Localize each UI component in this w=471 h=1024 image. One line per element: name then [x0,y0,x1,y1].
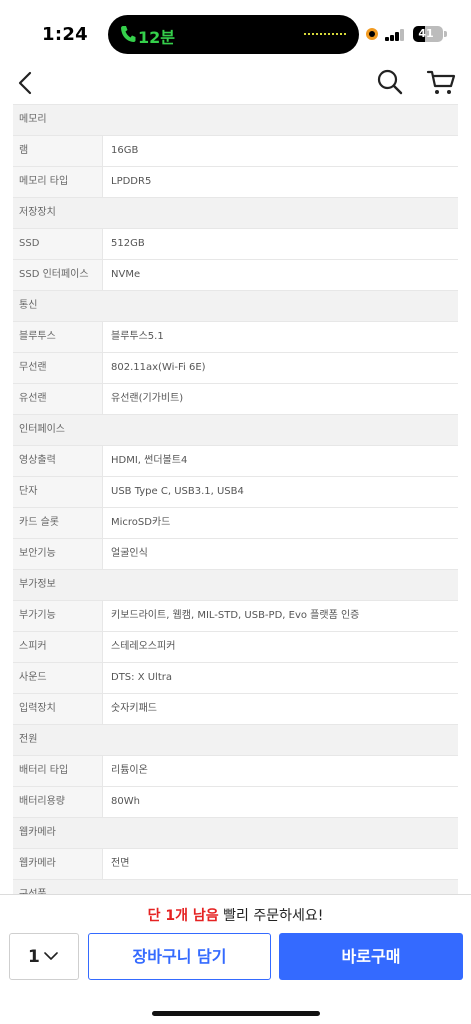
nav-bar [0,66,471,104]
spec-row: 단자 USB Type C, USB3.1, USB4 [13,477,458,508]
spec-row: 유선랜 유선랜(기가비트) [13,384,458,415]
buy-now-button[interactable]: 바로구매 [279,933,463,980]
spec-section-header: 웹카메라 [13,818,458,849]
spec-value: 키보드라이트, 웹캠, MIL-STD, USB-PD, Evo 플랫폼 인증 [111,610,360,621]
spec-row: 부가기능 키보드라이트, 웹캠, MIL-STD, USB-PD, Evo 플랫폼… [13,601,458,632]
spec-value: 블루투스5.1 [111,331,164,342]
spec-table[interactable]: 메모리 램 16GB 메모리 타입 LPDDR5 저장장치 SSD 512GB SSD 인터페이… [13,104,458,894]
spec-key: 무선랜 [13,353,103,383]
cart-icon[interactable] [426,68,456,96]
quantity-select[interactable]: 1 [9,933,79,980]
spec-value: 얼굴인식 [111,548,148,559]
dynamic-island-call[interactable]: 12분 [108,15,359,54]
spec-section-header: 전원 [13,725,458,756]
call-timer: 12분 [138,28,175,47]
spec-value: 16GB [111,145,139,156]
spec-value: DTS: X Ultra [111,672,172,683]
quantity-value: 1 [28,947,40,967]
spec-row: 무선랜 802.11ax(Wi-Fi 6E) [13,353,458,384]
spec-key: 영상출력 [13,446,103,476]
spec-key: 배터리용량 [13,787,103,817]
stock-notice: 단 1개 남음 빨리 주문하세요! [0,905,471,925]
spec-row: 보안기능 얼굴인식 [13,539,458,570]
chevron-down-icon [44,952,58,960]
spec-key: 웹카메라 [13,849,103,879]
spec-key: 보안기능 [13,539,103,569]
spec-value: LPDDR5 [111,176,152,187]
spec-value: MicroSD카드 [111,517,171,528]
spec-value: 전면 [111,858,130,869]
spec-row: 영상출력 HDMI, 썬더볼트4 [13,446,458,477]
spec-value: 유선랜(기가비트) [111,393,184,404]
spec-key: 메모리 타입 [13,167,103,197]
spec-key: 블루투스 [13,322,103,352]
purchase-bar: 단 1개 남음 빨리 주문하세요! 1 장바구니 담기 바로구매 [0,894,471,1024]
search-icon[interactable] [376,68,404,96]
spec-value: 숫자키패드 [111,703,157,714]
spec-key: 부가기능 [13,601,103,631]
spec-key: 배터리 타입 [13,756,103,786]
spec-row: 배터리 타입 리튬이온 [13,756,458,787]
spec-section-header: 인터페이스 [13,415,458,446]
phone-icon [121,26,136,42]
spec-row: 스피커 스테레오스피커 [13,632,458,663]
spec-key: SSD [13,229,103,259]
status-bar: 1:24 12분 41 [0,0,471,66]
spec-row: 입력장치 숫자키패드 [13,694,458,725]
spec-section-header: 통신 [13,291,458,322]
stock-message: 빨리 주문하세요! [218,908,324,924]
battery-icon: 41 [413,26,443,42]
spec-key: 카드 슬롯 [13,508,103,538]
home-indicator[interactable] [152,1011,320,1016]
recording-indicator-icon [366,28,378,40]
spec-key: 유선랜 [13,384,103,414]
status-time: 1:24 [42,24,88,45]
spec-key: 단자 [13,477,103,507]
spec-row: 램 16GB [13,136,458,167]
spec-row: 카드 슬롯 MicroSD카드 [13,508,458,539]
spec-row: SSD 512GB [13,229,458,260]
spec-row: 메모리 타입 LPDDR5 [13,167,458,198]
spec-row: 배터리용량 80Wh [13,787,458,818]
spec-section-header: 저장장치 [13,198,458,229]
cellular-signal-icon [385,29,405,41]
spec-value: 512GB [111,238,145,249]
spec-value: 스테레오스피커 [111,641,176,652]
spec-row: 블루투스 블루투스5.1 [13,322,458,353]
spec-value: 802.11ax(Wi-Fi 6E) [111,362,206,373]
spec-value: HDMI, 썬더볼트4 [111,455,188,466]
stock-highlight: 단 1개 남음 [147,908,219,924]
spec-key: 스피커 [13,632,103,662]
spec-value: 리튬이온 [111,765,148,776]
spec-section-header: 구성품 [13,880,458,894]
spec-value: 80Wh [111,796,140,807]
spec-row: SSD 인터페이스 NVMe [13,260,458,291]
spec-row: 웹카메라 전면 [13,849,458,880]
spec-key: 램 [13,136,103,166]
spec-key: SSD 인터페이스 [13,260,103,290]
spec-row: 사운드 DTS: X Ultra [13,663,458,694]
chevron-left-icon[interactable] [14,68,38,98]
battery-level: 41 [418,27,434,40]
spec-value: NVMe [111,269,141,280]
spec-section-header: 부가정보 [13,570,458,601]
spec-section-header: 메모리 [13,105,458,136]
add-to-cart-button[interactable]: 장바구니 담기 [88,933,271,980]
spec-key: 사운드 [13,663,103,693]
spec-value: USB Type C, USB3.1, USB4 [111,486,244,497]
audio-wave-icon [304,33,346,36]
battery-cap [444,31,447,37]
spec-key: 입력장치 [13,694,103,724]
